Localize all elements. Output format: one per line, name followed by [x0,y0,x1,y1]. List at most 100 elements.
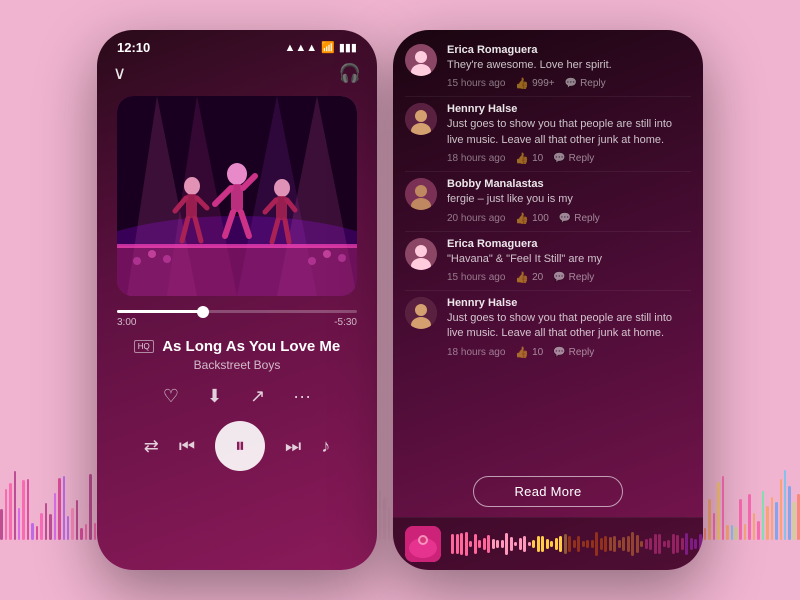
previous-button[interactable]: ⏮ [179,436,195,457]
like-count: 10 [532,153,543,164]
comment-meta: 15 hours ago 👍 20 💬 Reply [447,271,691,284]
comment-time: 18 hours ago [447,347,505,358]
progress-thumb[interactable] [197,306,209,318]
comment-username: Bobby Manalastas [447,178,691,190]
read-more-container: Read More [393,468,703,517]
chevron-down-icon[interactable]: ∨ [113,63,126,84]
like-group: 👍 10 [515,346,543,359]
progress-fill [117,310,203,313]
like-group: 👍 100 [515,212,548,225]
like-group: 👍 20 [515,271,543,284]
now-playing-thumbnail [405,526,441,562]
comment-item: Erica Romaguera "Havana" & "Feel It Stil… [393,232,703,290]
comment-body: Erica Romaguera They're awesome. Love he… [447,44,691,90]
reply-label[interactable]: Reply [580,78,606,89]
comment-time: 20 hours ago [447,213,505,224]
comment-item: Erica Romaguera They're awesome. Love he… [393,38,703,96]
playback-controls: ⇄ ⏮ ⏸ ⏭ ♪ [97,413,377,481]
comment-item: Hennry Halse Just goes to show you that … [393,291,703,365]
reply-button[interactable]: 💬 Reply [553,347,594,358]
avatar [405,103,437,135]
like-count: 100 [532,213,549,224]
comment-body: Hennry Halse Just goes to show you that … [447,297,691,359]
reply-button[interactable]: 💬 Reply [559,213,600,224]
action-icons: ♡ ⬇ ↗ ··· [97,376,377,413]
comment-body: Erica Romaguera "Havana" & "Feel It Stil… [447,238,691,284]
comment-meta: 20 hours ago 👍 100 💬 Reply [447,212,691,225]
comment-username: Hennry Halse [447,103,691,115]
share-icon[interactable]: ↗ [250,386,265,407]
like-icon: 👍 [515,346,529,359]
signal-icon: ▲▲▲ [284,42,317,54]
shuffle-button[interactable]: ⇄ [144,436,159,457]
reply-icon: 💬 [553,347,565,358]
comments-phone: Erica Romaguera They're awesome. Love he… [393,30,703,570]
avatar [405,44,437,76]
progress-track[interactable] [117,310,357,313]
status-icons: ▲▲▲ 📶 ▮▮▮ [284,41,357,54]
music-player-phone: 12:10 ▲▲▲ 📶 ▮▮▮ ∨ 🎧 [97,30,377,570]
reply-icon: 💬 [559,213,571,224]
download-icon[interactable]: ⬇ [207,386,222,407]
comment-username: Erica Romaguera [447,238,691,250]
like-icon: 👍 [515,212,529,225]
comment-username: Erica Romaguera [447,44,691,56]
song-info: HQ As Long As You Love Me Backstreet Boy… [97,332,377,376]
like-icon: 👍 [515,271,529,284]
battery-icon: ▮▮▮ [339,41,357,54]
song-artist: Backstreet Boys [117,358,357,372]
comment-meta: 18 hours ago 👍 10 💬 Reply [447,346,691,359]
like-group: 👍 999+ [515,77,554,90]
reply-label[interactable]: Reply [574,213,600,224]
reply-label[interactable]: Reply [569,272,595,283]
heart-icon[interactable]: ♡ [163,386,179,407]
comment-meta: 18 hours ago 👍 10 💬 Reply [447,152,691,165]
like-count: 20 [532,272,543,283]
comment-text: Just goes to show you that people are st… [447,117,691,148]
like-count: 999+ [532,78,555,89]
comments-list: Erica Romaguera They're awesome. Love he… [393,30,703,468]
next-button[interactable]: ⏭ [285,436,301,457]
status-time: 12:10 [117,40,150,55]
reply-button[interactable]: 💬 Reply [553,153,594,164]
like-group: 👍 10 [515,152,543,165]
reply-label[interactable]: Reply [569,347,595,358]
like-icon: 👍 [515,77,529,90]
progress-bar-container[interactable]: 3:00 -5:30 [97,300,377,332]
read-more-button[interactable]: Read More [473,476,622,507]
now-playing-bar [393,517,703,570]
comment-time: 15 hours ago [447,78,505,89]
comment-text: They're awesome. Love her spirit. [447,58,691,73]
comment-text: "Havana" & "Feel It Still" are my [447,252,691,267]
album-art [117,96,357,296]
quality-badge: HQ [134,340,154,353]
comment-item: Bobby Manalastas fergie – just like you … [393,172,703,230]
avatar [405,178,437,210]
comment-body: Bobby Manalastas fergie – just like you … [447,178,691,224]
song-title: As Long As You Love Me [162,338,340,355]
more-icon[interactable]: ··· [293,386,311,407]
wifi-icon: 📶 [321,41,335,54]
progress-times: 3:00 -5:30 [117,317,357,328]
reply-label[interactable]: Reply [569,153,595,164]
like-count: 10 [532,347,543,358]
comment-time: 18 hours ago [447,153,505,164]
headphone-icon[interactable]: 🎧 [339,63,361,84]
now-playing-waveform [451,530,703,558]
top-controls: ∨ 🎧 [97,61,377,92]
reply-button[interactable]: 💬 Reply [553,272,594,283]
phones-container: 12:10 ▲▲▲ 📶 ▮▮▮ ∨ 🎧 [97,30,703,570]
comment-body: Hennry Halse Just goes to show you that … [447,103,691,165]
play-pause-button[interactable]: ⏸ [215,421,265,471]
reply-icon: 💬 [553,272,565,283]
comment-text: Just goes to show you that people are st… [447,311,691,342]
status-bar: 12:10 ▲▲▲ 📶 ▮▮▮ [97,30,377,61]
reply-button[interactable]: 💬 Reply [565,78,606,89]
reply-icon: 💬 [565,78,577,89]
song-title-line: HQ As Long As You Love Me [117,338,357,356]
reply-icon: 💬 [553,153,565,164]
music-note-icon[interactable]: ♪ [321,436,330,457]
avatar [405,297,437,329]
comment-text: fergie – just like you is my [447,192,691,207]
like-icon: 👍 [515,152,529,165]
